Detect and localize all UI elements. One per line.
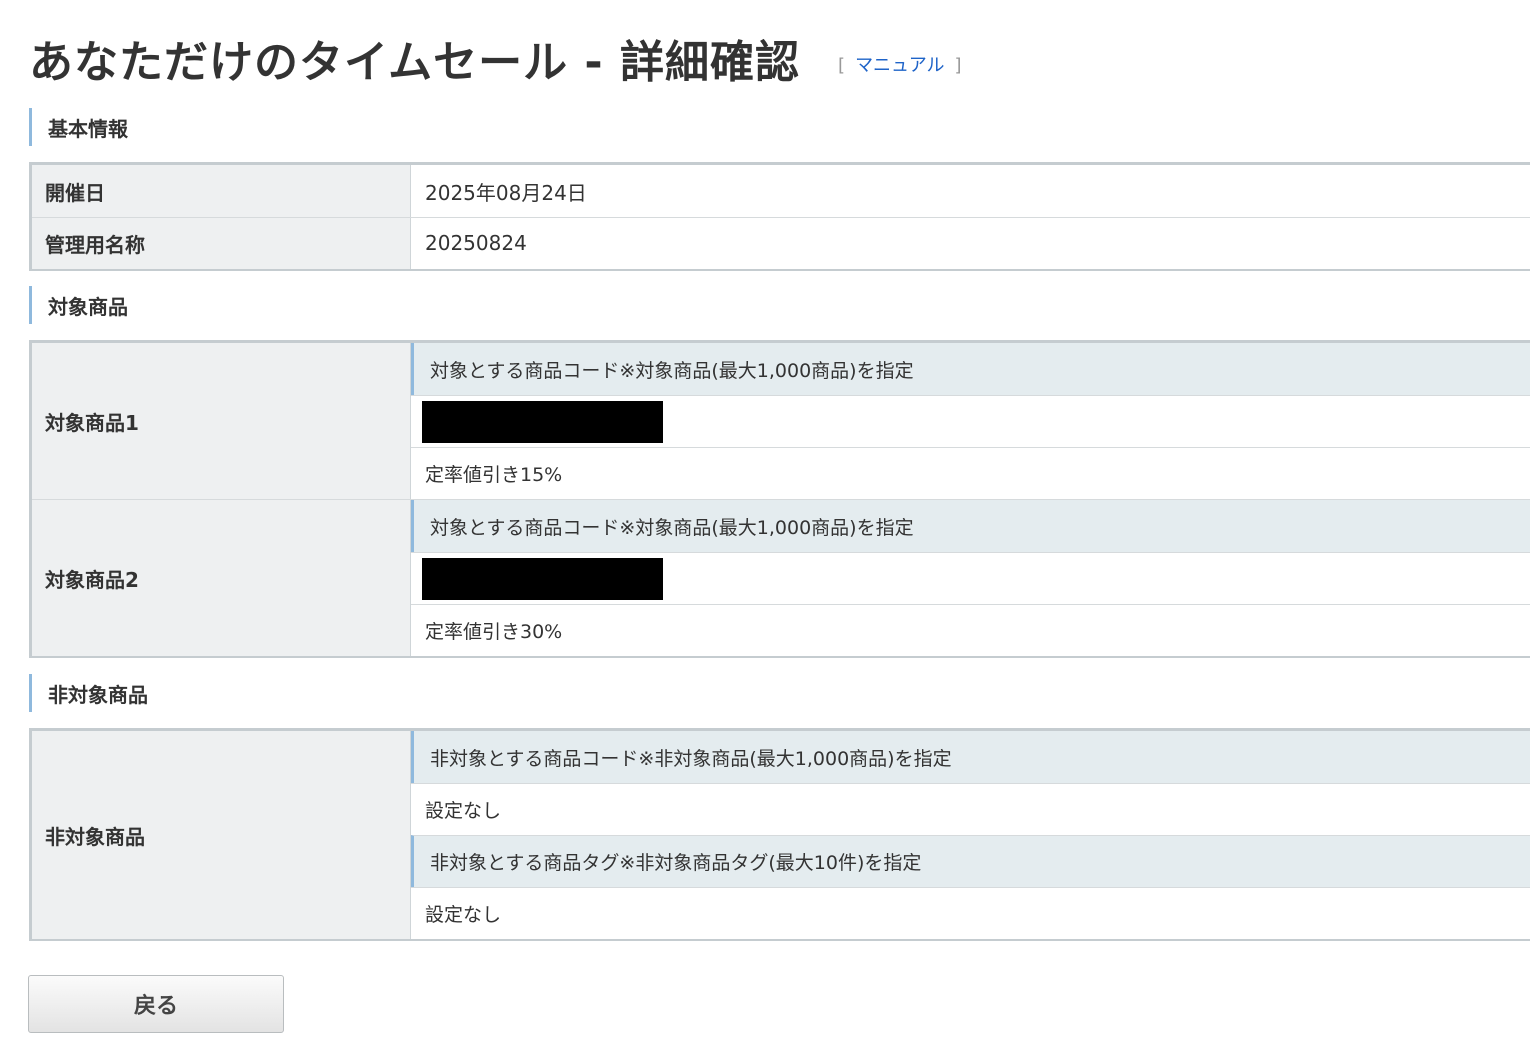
non-target-row: 非対象商品 非対象とする商品コード※非対象商品(最大1,000商品)を指定 設定… — [29, 728, 1530, 941]
discount-value-1: 定率値引き15% — [411, 447, 1530, 499]
page-title: あなただけのタイムセール - 詳細確認 — [29, 37, 801, 88]
back-button[interactable]: 戻る — [28, 975, 284, 1033]
manual-bracket-open: [ — [838, 55, 846, 76]
non-target-code-value: 設定なし — [411, 783, 1530, 835]
section-heading-target-products: 対象商品 — [29, 286, 629, 324]
product-code-value-1 — [411, 395, 1530, 447]
code-header-2: 対象とする商品コード※対象商品(最大1,000商品)を指定 — [411, 500, 1530, 552]
non-target-tag-header: 非対象とする商品タグ※非対象商品タグ(最大10件)を指定 — [411, 835, 1530, 887]
non-target-tag-value: 設定なし — [411, 887, 1530, 939]
product-code-value-2 — [411, 552, 1530, 604]
section-heading-non-target: 非対象商品 — [29, 674, 629, 712]
manual-bracket-close: ] — [954, 55, 962, 76]
non-target-cell: 非対象とする商品コード※非対象商品(最大1,000商品)を指定 設定なし 非対象… — [410, 728, 1530, 941]
redacted-block — [422, 557, 663, 600]
target-product-row-2: 対象商品2 対象とする商品コード※対象商品(最大1,000商品)を指定 定率値引… — [29, 499, 1530, 658]
target-product-label-2: 対象商品2 — [29, 499, 411, 658]
title-row: あなただけのタイムセール - 詳細確認 [ マニュアル] — [29, 26, 962, 90]
section-heading-basic-info: 基本情報 — [29, 108, 629, 146]
code-header-1: 対象とする商品コード※対象商品(最大1,000商品)を指定 — [411, 343, 1530, 395]
target-product-label-1: 対象商品1 — [29, 340, 411, 500]
non-target-table: 非対象商品 非対象とする商品コード※非対象商品(最大1,000商品)を指定 設定… — [29, 728, 1530, 941]
page: あなただけのタイムセール - 詳細確認 [ マニュアル] 基本情報 開催日 202… — [0, 0, 1530, 1046]
row-value-date: 2025年08月24日 — [410, 162, 1530, 218]
target-product-cell-1: 対象とする商品コード※対象商品(最大1,000商品)を指定 定率値引き15% — [410, 340, 1530, 500]
row-value-admin-name: 20250824 — [410, 217, 1530, 271]
basic-info-row-date: 開催日 2025年08月24日 — [29, 162, 1530, 218]
redacted-block — [422, 400, 663, 443]
discount-value-2: 定率値引き30% — [411, 604, 1530, 656]
manual-link-wrapper: [ マニュアル] — [838, 51, 962, 77]
non-target-code-header: 非対象とする商品コード※非対象商品(最大1,000商品)を指定 — [411, 731, 1530, 783]
target-products-table: 対象商品1 対象とする商品コード※対象商品(最大1,000商品)を指定 定率値引… — [29, 340, 1530, 658]
basic-info-row-name: 管理用名称 20250824 — [29, 217, 1530, 271]
manual-link[interactable]: マニュアル — [855, 55, 944, 76]
row-label-admin-name: 管理用名称 — [29, 217, 411, 271]
non-target-label: 非対象商品 — [29, 728, 411, 941]
target-product-row-1: 対象商品1 対象とする商品コード※対象商品(最大1,000商品)を指定 定率値引… — [29, 340, 1530, 500]
target-product-cell-2: 対象とする商品コード※対象商品(最大1,000商品)を指定 定率値引き30% — [410, 499, 1530, 658]
basic-info-table: 開催日 2025年08月24日 管理用名称 20250824 — [29, 162, 1530, 271]
row-label-date: 開催日 — [29, 162, 411, 218]
